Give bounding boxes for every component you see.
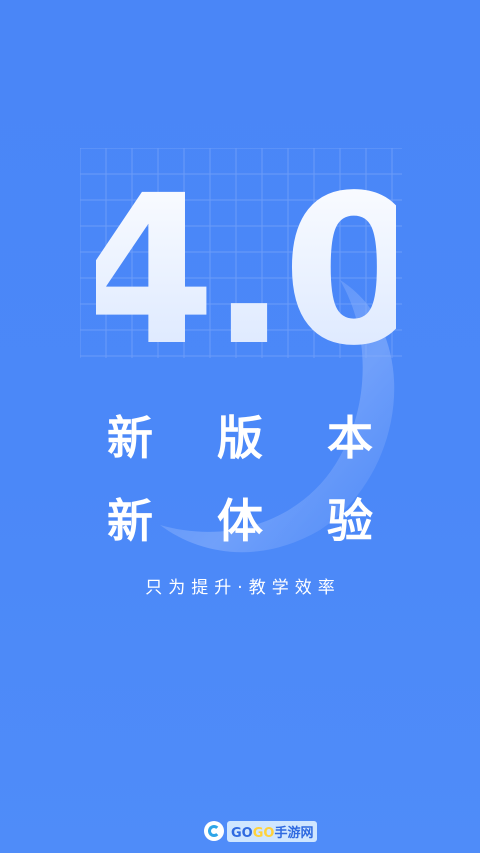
headline-new-experience: 新 体 验 xyxy=(106,494,398,548)
watermark-logo: GOGO手游网 xyxy=(204,820,318,842)
version-number: 4.0 xyxy=(96,170,396,360)
tagline: 只为提升·教学效率 xyxy=(145,578,341,598)
version-text: 4.0 xyxy=(96,170,396,360)
logo-circle-icon xyxy=(204,821,224,841)
splash-screen: 4.0 新 版 本 新 体 验 只为提升·教学效率 GOGO手游网 xyxy=(0,0,480,853)
logo-text: GOGO手游网 xyxy=(227,820,318,842)
headline-new-version: 新 版 本 xyxy=(106,411,398,465)
